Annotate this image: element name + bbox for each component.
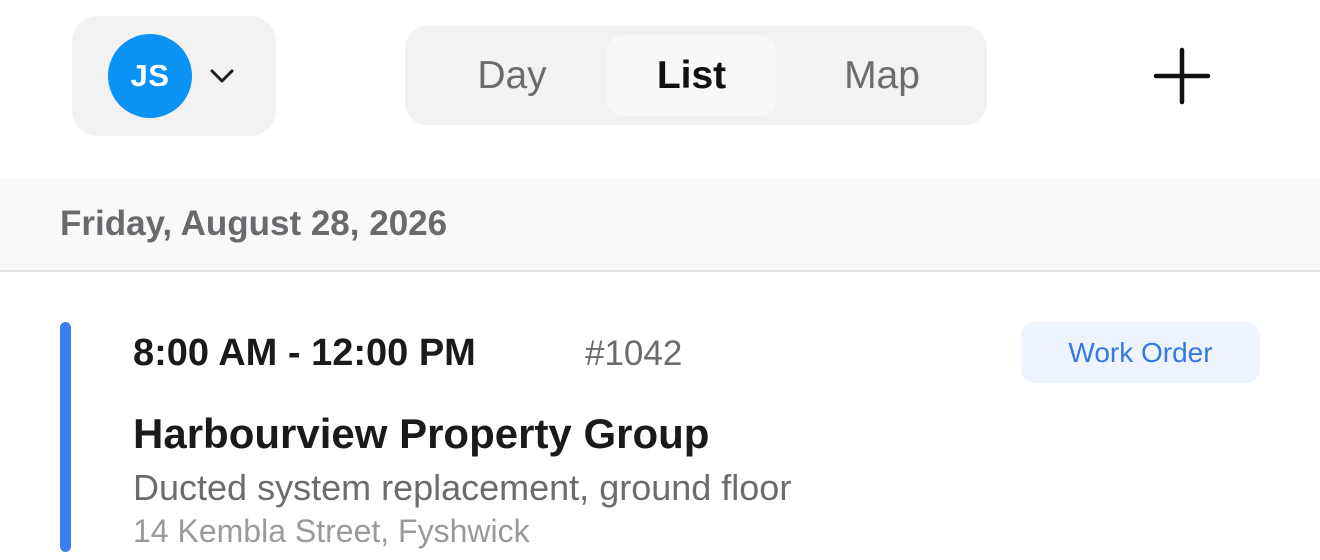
avatar-initials: JS (130, 58, 170, 93)
add-button[interactable] (1150, 44, 1214, 108)
job-status-bar (60, 322, 71, 552)
job-address: 14 Kembla Street, Fyshwick (133, 513, 530, 549)
job-number: #1042 (585, 334, 683, 373)
tab-list[interactable]: List (607, 35, 776, 116)
view-switcher: Day List Map (405, 26, 987, 125)
date-label: Friday, August 28, 2026 (60, 204, 448, 243)
job-card[interactable]: 8:00 AM - 12:00 PM #1042 Work Order Harb… (0, 274, 1320, 560)
job-type-badge: Work Order (1021, 322, 1260, 383)
tab-day[interactable]: Day (417, 35, 607, 116)
avatar: JS (108, 34, 192, 118)
client-name: Harbourview Property Group (133, 410, 710, 457)
plus-icon (1153, 47, 1211, 105)
job-time: 8:00 AM - 12:00 PM (133, 332, 476, 374)
chevron-down-icon (210, 69, 234, 83)
tab-map[interactable]: Map (787, 35, 977, 116)
top-bar: JS Day List Map (0, 0, 1320, 178)
job-description: Ducted system replacement, ground floor (133, 467, 792, 508)
date-section-header: Friday, August 28, 2026 (0, 178, 1320, 272)
user-switcher-button[interactable]: JS (72, 16, 276, 136)
